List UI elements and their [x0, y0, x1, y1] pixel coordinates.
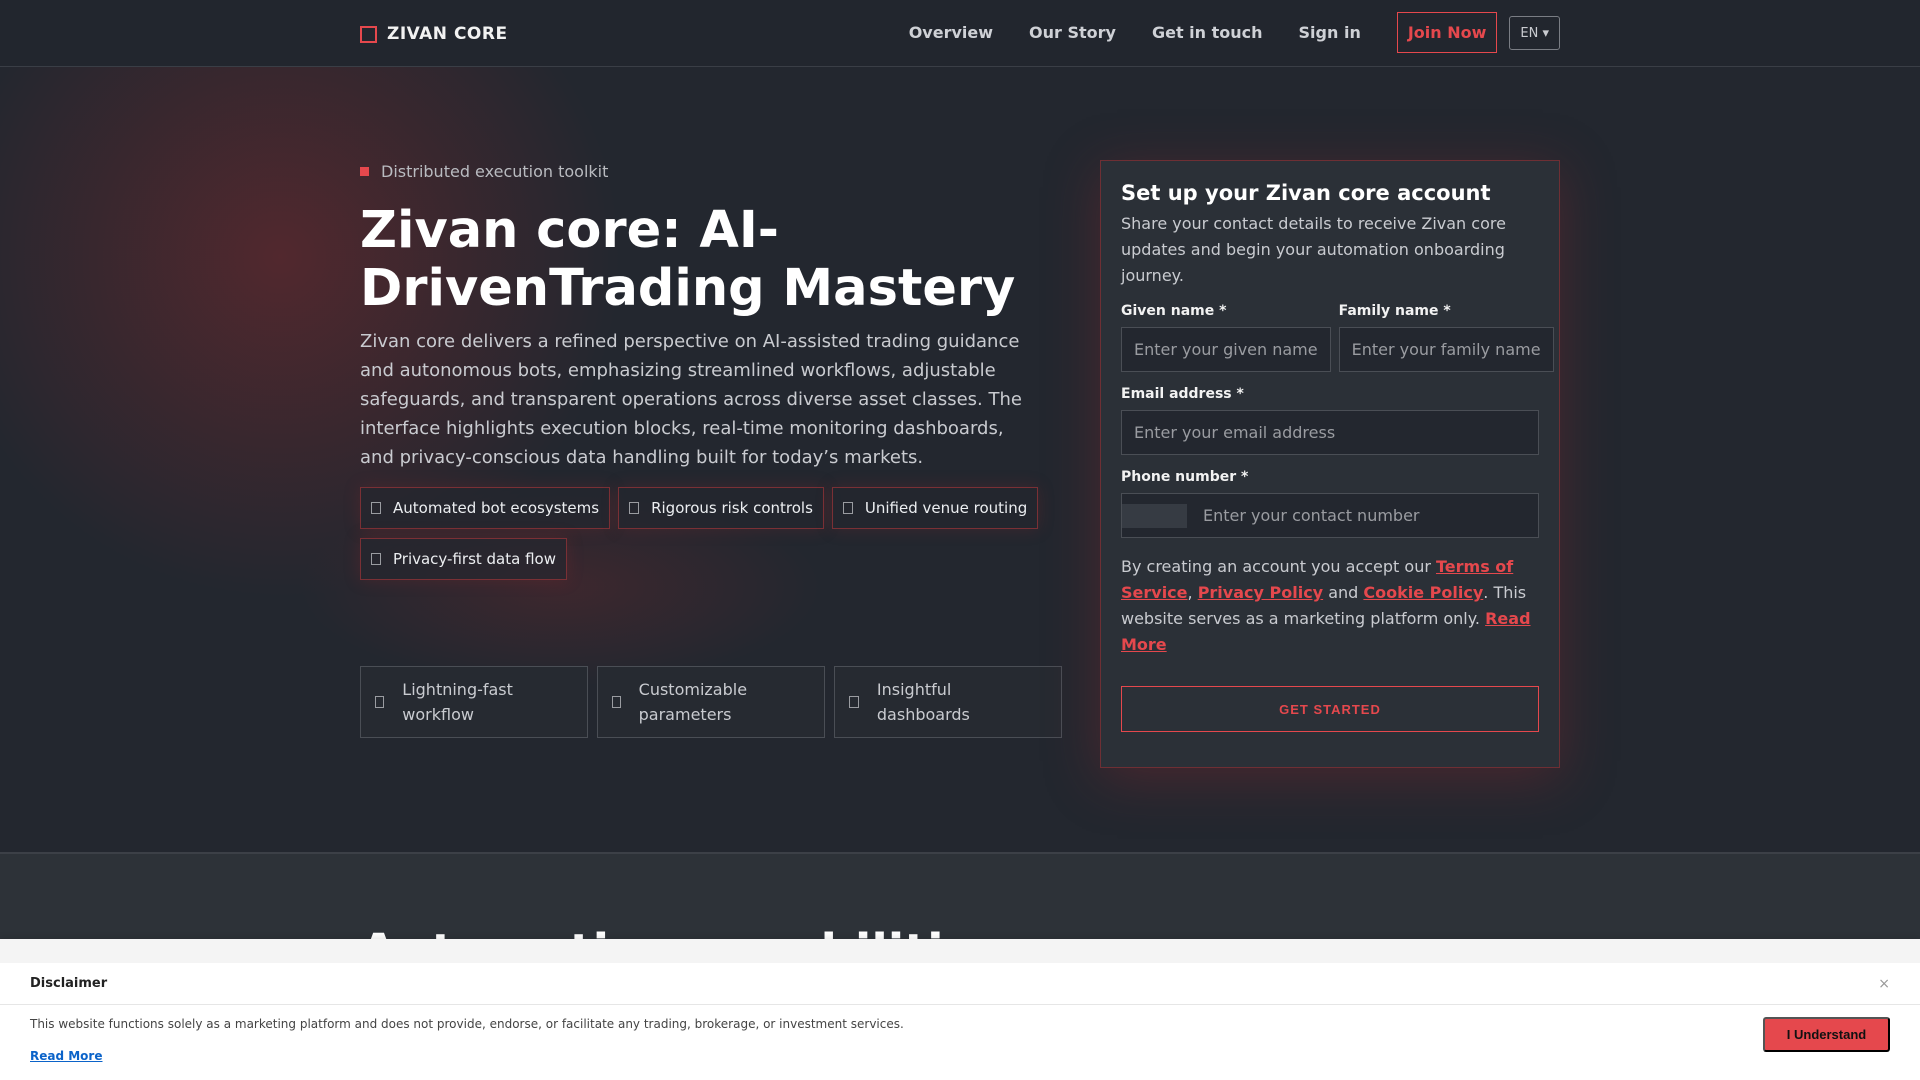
- feature-card: Insightful dashboards: [834, 666, 1062, 738]
- chip-label: Unified venue routing: [864, 499, 1028, 517]
- chip: Unified venue routing: [831, 487, 1039, 529]
- email-input[interactable]: Enter your email address: [1121, 410, 1539, 455]
- given-name-input[interactable]: Enter your given name: [1121, 327, 1331, 372]
- language-select[interactable]: EN ▾: [1509, 15, 1560, 50]
- privacy-link[interactable]: Privacy Policy: [1198, 583, 1323, 602]
- disclaimer-read-more-link[interactable]: Read More: [30, 1049, 1890, 1063]
- and-text: and: [1323, 583, 1364, 602]
- hero-title: Zivan core: AI-DrivenTrading Mastery: [360, 201, 1016, 318]
- chip: Rigorous risk controls: [618, 487, 824, 529]
- family-name-input[interactable]: Enter your family name: [1338, 327, 1554, 372]
- chip: Automated bot ecosystems: [360, 487, 611, 529]
- nav-sign-in[interactable]: Sign in: [1299, 23, 1361, 42]
- chip-label: Rigorous risk controls: [651, 499, 813, 517]
- hero-tag: Distributed execution toolkit: [360, 162, 608, 181]
- i-understand-button[interactable]: I Understand: [1763, 1017, 1890, 1052]
- form-title: Set up your Zivan core account: [1121, 181, 1491, 205]
- hero-description: Zivan core delivers a refined perspectiv…: [360, 331, 1022, 468]
- feature-label: Customizable parameters: [638, 680, 748, 724]
- feature-card: Customizable parameters: [597, 666, 825, 738]
- country-code-select[interactable]: [1122, 503, 1187, 528]
- terms-text: By creating an account you accept our Te…: [1121, 554, 1539, 658]
- nav-our-story[interactable]: Our Story: [1029, 23, 1116, 42]
- terms-pre: By creating an account you accept our: [1121, 557, 1436, 576]
- feature-label: Lightning-fast workflow: [402, 680, 513, 724]
- phone-label: Phone number *: [1121, 469, 1249, 485]
- tag-square-icon: [360, 167, 369, 176]
- feature-list: Lightning-fast workflow Customizable par…: [360, 666, 1062, 738]
- top-nav: ZIVAN CORE Overview Our Story Get in tou…: [0, 0, 1920, 67]
- signup-form: Set up your Zivan core account Share you…: [1100, 160, 1560, 768]
- cookie-link[interactable]: Cookie Policy: [1363, 583, 1483, 602]
- phone-field: Enter your contact number: [1121, 493, 1539, 538]
- chip-icon: [842, 502, 853, 514]
- disclaimer-title: Disclaimer: [30, 976, 108, 991]
- disclaimer-banner: Disclaimer × This website functions solel…: [0, 939, 1920, 1080]
- chip: Privacy-first data flow: [360, 538, 567, 580]
- brand-name: ZIVAN CORE: [387, 24, 508, 44]
- chip-list: Automated bot ecosystems Rigorous risk c…: [360, 487, 1060, 580]
- phone-input[interactable]: Enter your contact number: [1203, 506, 1420, 525]
- chip-label: Privacy-first data flow: [393, 550, 556, 568]
- comma: ,: [1187, 583, 1198, 602]
- chip-icon: [371, 502, 381, 514]
- chip-icon: [371, 553, 381, 565]
- email-label: Email address *: [1121, 386, 1244, 402]
- logo-square-icon: [360, 25, 377, 43]
- feature-label: Insightful dashboards: [876, 680, 970, 724]
- nav-get-in-touch[interactable]: Get in touch: [1152, 23, 1263, 42]
- given-name-label: Given name *: [1121, 303, 1227, 319]
- brand-logo[interactable]: ZIVAN CORE: [360, 24, 508, 44]
- close-icon[interactable]: ×: [1878, 976, 1890, 992]
- feature-icon: [612, 696, 621, 708]
- get-started-button[interactable]: GET STARTED: [1121, 686, 1539, 732]
- feature-icon: [849, 696, 859, 708]
- nav-overview[interactable]: Overview: [909, 23, 993, 42]
- family-name-label: Family name *: [1338, 303, 1451, 319]
- form-subtitle: Share your contact details to receive Zi…: [1121, 214, 1506, 285]
- chip-label: Automated bot ecosystems: [393, 499, 600, 517]
- feature-icon: [375, 696, 385, 708]
- chip-icon: [629, 502, 640, 514]
- disclaimer-text: This website functions solely as a marke…: [30, 1017, 904, 1031]
- join-now-button[interactable]: Join Now: [1396, 12, 1498, 53]
- hero-tag-text: Distributed execution toolkit: [381, 162, 609, 181]
- hero-section: Distributed execution toolkit Zivan core…: [0, 67, 1920, 852]
- feature-card: Lightning-fast workflow: [360, 666, 588, 738]
